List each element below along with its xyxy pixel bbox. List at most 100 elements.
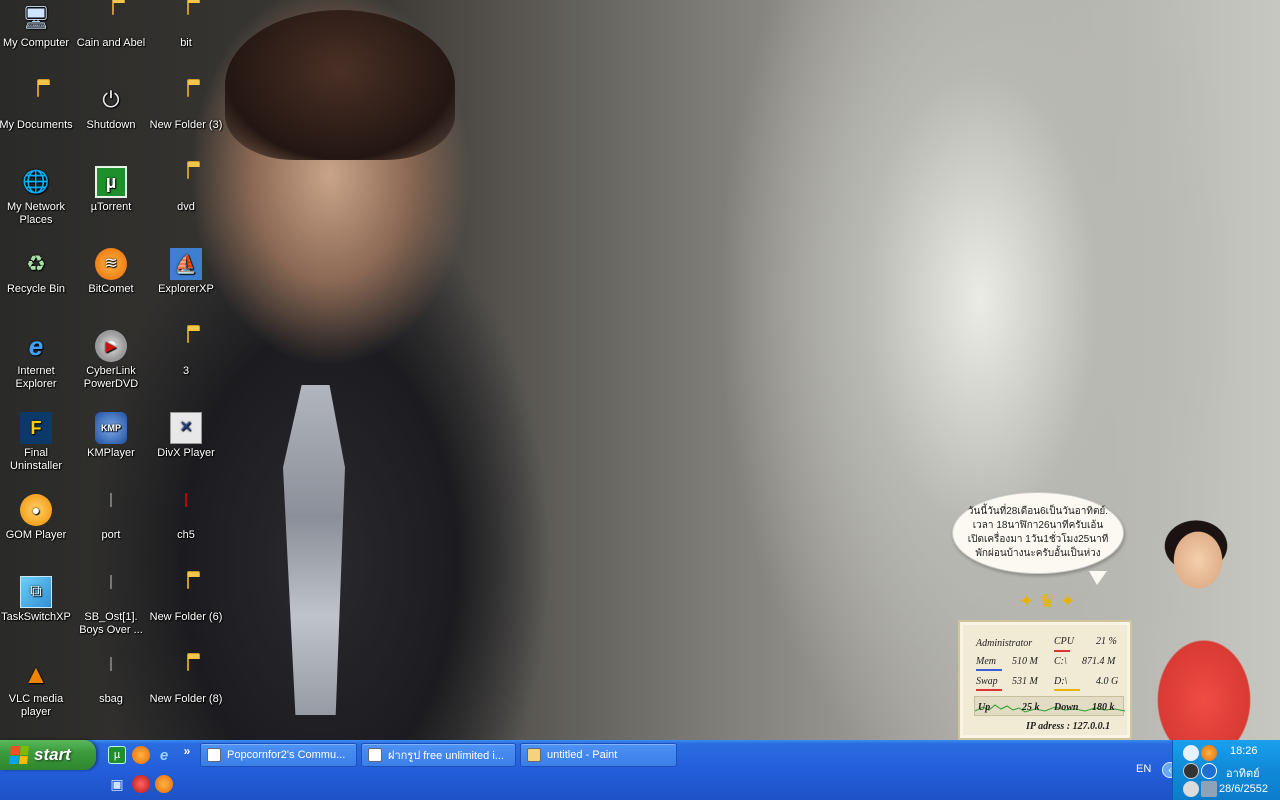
wallpaper-figure-hair [225, 10, 455, 160]
quicklaunch-utorrent-icon[interactable]: µ [108, 746, 126, 764]
recycle-bin-icon: ♻ [26, 251, 46, 276]
desktop-icon-explorerxp[interactable]: ⛵ ExplorerXP [148, 248, 224, 296]
computer-icon: 🖥 [22, 5, 50, 30]
network-icon: 🌐 [22, 169, 50, 194]
desktop-icon-new-folder-3[interactable]: New Folder (3) [148, 83, 224, 132]
start-button[interactable]: start [0, 740, 96, 770]
kmplayer-icon: KMP [95, 412, 127, 444]
text-file-icon [95, 493, 127, 526]
desktop-icon-label: ExplorerXP [158, 283, 214, 295]
quicklaunch-bitcomet-icon[interactable] [132, 746, 150, 764]
desktop-icon-shutdown[interactable]: ⏻ Shutdown [73, 84, 149, 132]
ie-icon: e [28, 331, 44, 361]
desktop-icon-divx-player[interactable]: ✕ DivX Player [148, 412, 224, 460]
desktop-icon-dvd[interactable]: dvd [148, 165, 224, 214]
desktop-icon-sb-ost[interactable]: SB_Ost[1]. Boys Over ... [73, 575, 149, 637]
widget-character-image [1130, 510, 1280, 740]
c-drive-label: C:\ [1054, 656, 1067, 667]
desktop-icon-label: GOM Player [5, 529, 67, 541]
ip-address: IP adress : 127.0.0.1 [1026, 721, 1111, 732]
desktop-icon-my-network-places[interactable]: 🌐 My Network Places [0, 166, 74, 227]
folder-icon [170, 657, 202, 690]
cpu-value: 21 % [1096, 636, 1117, 647]
desktop-icon-label: Internet Explorer [15, 365, 57, 390]
tray-messenger-icon[interactable] [1183, 763, 1199, 779]
desktop-icon-label: My Documents [0, 119, 73, 131]
desktop-icon-bit[interactable]: bit [148, 1, 224, 50]
desktop-icon-label: dvd [177, 201, 195, 213]
tray-display-icon[interactable] [1201, 781, 1217, 797]
desktop-icon-label: CyberLink PowerDVD [83, 365, 139, 390]
desktop-icon-label: KMPlayer [87, 447, 135, 459]
folder-icon [170, 165, 202, 198]
tray-speaker-icon[interactable] [1183, 781, 1199, 797]
desktop-icon-my-documents[interactable]: My Documents [0, 83, 74, 132]
browser-window-icon [368, 748, 382, 762]
desktop-icon-folder-3[interactable]: 3 [148, 329, 224, 378]
desktop-icon-label: Cain and Abel [76, 37, 146, 49]
folder-icon [170, 1, 202, 34]
text-file-icon [95, 657, 127, 690]
desktop-icon-kmplayer[interactable]: KMP KMPlayer [73, 412, 149, 460]
widget-speech-bubble: วันนี้วันที่28เดือน6เป็นวันอาทิตย์. เวลา… [952, 492, 1124, 585]
quicklaunch-bitcomet2-icon[interactable] [155, 775, 173, 793]
start-label: start [34, 745, 71, 764]
paint-icon [527, 748, 541, 762]
pdf-file-icon [170, 493, 202, 526]
download-value: 180 k [1092, 702, 1115, 713]
explorerxp-icon: ⛵ [170, 248, 202, 280]
download-label: Down [1054, 702, 1079, 713]
task-label: ฝากรูป free unlimited i... [388, 750, 504, 762]
desktop-icon-ch5[interactable]: ch5 [148, 493, 224, 542]
desktop-icon-cyberlink-powerdvd[interactable]: ▶ CyberLink PowerDVD [73, 330, 149, 391]
tray-network-icon[interactable] [1183, 745, 1199, 761]
desktop-icon-label: New Folder (8) [149, 693, 223, 705]
taskbar-button-upload-image[interactable]: ฝากรูป free unlimited i... [361, 743, 516, 767]
cpu-bar [1054, 650, 1070, 652]
desktop-icon-final-uninstaller[interactable]: F Final Uninstaller [0, 412, 74, 473]
browser-window-icon [207, 748, 221, 762]
desktop-icon-bitcomet[interactable]: ≋ BitComet [73, 248, 149, 296]
desktop-icon-new-folder-8[interactable]: New Folder (8) [148, 657, 224, 706]
documents-icon [20, 83, 52, 116]
desktop-icon-label: 3 [182, 365, 190, 377]
desktop-icon-my-computer[interactable]: 🖥 My Computer [0, 2, 74, 50]
tray-bitcomet-icon[interactable] [1201, 745, 1217, 761]
widget-speech-text: วันนี้วันที่28เดือน6เป็นวันอาทิตย์. เวลา… [967, 506, 1109, 559]
desktop-icon-label: bit [180, 37, 192, 49]
vlc-icon: ▲ [23, 659, 49, 689]
quicklaunch-desktop-icon[interactable]: ▣ [108, 775, 126, 793]
uninstaller-icon: F [20, 412, 52, 444]
gom-icon: ● [20, 494, 52, 526]
language-indicator[interactable]: EN [1136, 763, 1151, 775]
desktop-icon-recycle-bin[interactable]: ♻ Recycle Bin [0, 248, 74, 296]
desktop-icon-label: Recycle Bin [6, 283, 66, 295]
quicklaunch-expand-icon[interactable]: » [178, 742, 196, 760]
mem-bar [976, 669, 1002, 671]
desktop-icon-internet-explorer[interactable]: e Internet Explorer [0, 330, 74, 391]
mem-value: 510 M [1012, 656, 1038, 667]
taskbar-button-popcornfor2[interactable]: Popcornfor2's Commu... [200, 743, 357, 767]
tray-download-icon[interactable] [1201, 763, 1217, 779]
folder-icon [170, 329, 202, 362]
clock-day[interactable]: อาทิตย์ [1226, 764, 1260, 782]
desktop-icon-label: Final Uninstaller [10, 447, 62, 472]
desktop-icon-taskswitchxp[interactable]: ⧉ TaskSwitchXP [0, 576, 74, 624]
desktop-icon-port[interactable]: port [73, 493, 149, 542]
desktop-icon-cain-and-abel[interactable]: Cain and Abel [73, 1, 149, 50]
d-drive-value: 4.0 G [1096, 676, 1119, 687]
desktop-icon-label: ch5 [177, 529, 195, 541]
taskbar-button-paint[interactable]: untitled - Paint [520, 743, 677, 767]
powerdvd-icon: ▶ [95, 330, 127, 362]
quicklaunch-opera-icon[interactable] [132, 775, 150, 793]
quicklaunch-ie-icon[interactable]: e [155, 746, 173, 764]
desktop-icon-sbag[interactable]: sbag [73, 657, 149, 706]
desktop-icon-gom-player[interactable]: ● GOM Player [0, 494, 74, 542]
desktop-icon-vlc-media-player[interactable]: ▲ VLC media player [0, 658, 74, 719]
clock-time[interactable]: 18:26 [1230, 745, 1258, 757]
clock-date[interactable]: 28/6/2552 [1219, 783, 1268, 795]
desktop-icon-new-folder-6[interactable]: New Folder (6) [148, 575, 224, 624]
text-file-icon [95, 575, 127, 608]
desktop-icon-label: TaskSwitchXP [1, 611, 71, 623]
desktop-icon-utorrent[interactable]: µ µTorrent [73, 166, 149, 214]
